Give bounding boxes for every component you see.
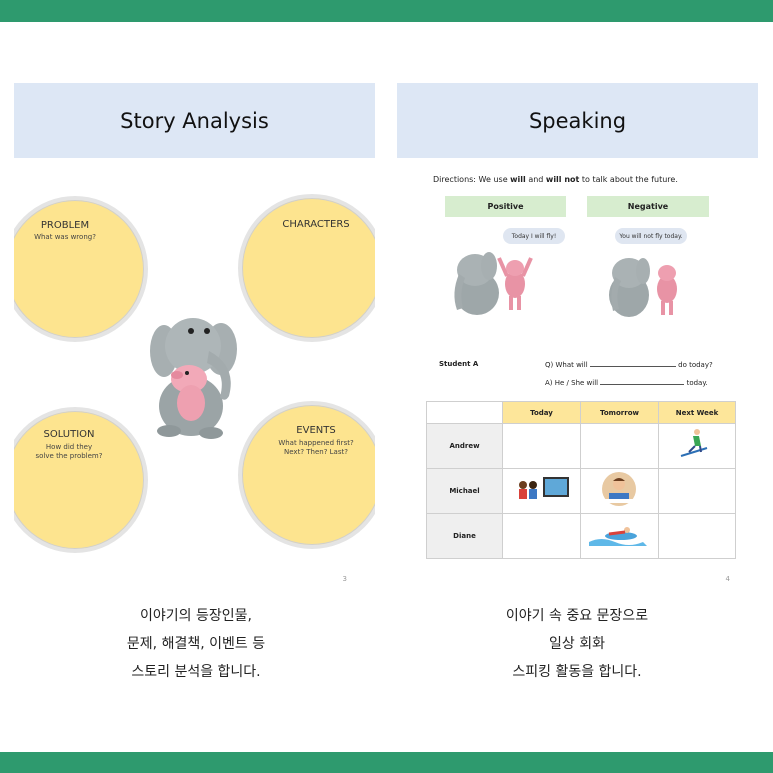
schedule-table: Today Tomorrow Next Week Andrew Michael	[426, 401, 736, 559]
cell-michael-next-week	[658, 468, 736, 514]
skiing-icon	[680, 429, 708, 457]
top-green-band	[0, 0, 773, 22]
left-caption-line-2: 문제, 해결책, 이벤트 등	[126, 636, 266, 652]
left-caption: 이야기의 등장인물, 문제, 해결책, 이벤트 등 스토리 분석을 합니다.	[51, 602, 341, 686]
right-caption-line-1: 이야기 속 중요 문장으로	[505, 608, 649, 624]
row-name-diane: Diane	[426, 513, 503, 559]
cell-andrew-today	[502, 423, 581, 469]
cell-diane-next-week	[658, 513, 736, 559]
problem-subtitle: What was wrong?	[34, 233, 96, 241]
positive-label: Positive	[445, 196, 566, 217]
speaking-title: Speaking	[528, 108, 627, 133]
answer-line: A) He / She will today.	[545, 378, 708, 387]
header-next-week: Next Week	[658, 401, 736, 424]
story-analysis-header: Story Analysis	[14, 83, 375, 158]
story-analysis-title: Story Analysis	[120, 108, 269, 133]
speaking-page: Speaking Directions: We use will and wil…	[397, 83, 758, 591]
cell-andrew-next-week	[658, 423, 736, 469]
directions-text: Directions: We use will and will not to …	[433, 175, 678, 184]
positive-elephant-pig-illustration	[454, 252, 533, 315]
right-caption: 이야기 속 중요 문장으로 일상 회화 스피킹 활동을 합니다.	[432, 602, 722, 686]
student-a-label: Student A	[439, 360, 479, 368]
problem-title: PROBLEM	[40, 220, 90, 231]
events-subtitle-1: What happened first?	[278, 439, 354, 447]
elephant-pig-illustration	[150, 318, 237, 439]
story-analysis-page: Story Analysis PROBLEM What was wrong? C…	[14, 83, 375, 591]
solution-subtitle-1: How did they	[45, 443, 93, 451]
events-subtitle-2: Next? Then? Last?	[284, 448, 348, 456]
events-circle: EVENTS What happened first? Next? Then? …	[238, 401, 375, 549]
row-name-michael: Michael	[426, 468, 503, 514]
table-header-row: Today Tomorrow Next Week	[426, 401, 736, 424]
speaking-header: Speaking	[397, 83, 758, 158]
left-caption-line-1: 이야기의 등장인물,	[140, 608, 252, 624]
page-number: 3	[342, 575, 347, 583]
right-caption-line-3: 스피킹 활동을 합니다.	[512, 664, 642, 680]
header-today: Today	[502, 401, 581, 424]
cell-michael-today	[502, 468, 581, 514]
table-row: Diane	[426, 513, 736, 559]
solution-subtitle-2: solve the problem?	[35, 452, 103, 460]
page-number: 4	[725, 575, 730, 583]
positive-speech-bubble: Today I will fly!	[503, 228, 565, 244]
question-line: Q) What will do today?	[545, 360, 713, 369]
cell-diane-tomorrow	[580, 513, 659, 559]
question-blank[interactable]	[589, 360, 676, 367]
negative-speech-bubble: You will not fly today.	[615, 228, 687, 244]
characters-circle: CHARACTERS	[238, 194, 375, 342]
cell-michael-tomorrow	[580, 468, 659, 514]
table-row: Michael	[426, 468, 736, 514]
row-name-andrew: Andrew	[426, 423, 503, 469]
bottom-green-band	[0, 752, 773, 773]
characters-title: CHARACTERS	[282, 219, 350, 230]
studying-icon	[602, 472, 636, 506]
negative-label: Negative	[587, 196, 709, 217]
events-title: EVENTS	[296, 425, 336, 436]
swimming-icon	[589, 527, 647, 546]
negative-elephant-pig-illustration	[609, 258, 677, 317]
right-caption-line-2: 일상 회화	[549, 636, 605, 652]
answer-blank[interactable]	[600, 378, 685, 385]
cell-diane-today	[502, 513, 581, 559]
table-row: Andrew	[426, 423, 736, 469]
header-tomorrow: Tomorrow	[580, 401, 659, 424]
solution-title: SOLUTION	[43, 429, 95, 440]
cell-andrew-tomorrow	[580, 423, 659, 469]
table-corner	[426, 401, 503, 424]
solution-circle: SOLUTION How did they solve the problem?	[14, 407, 148, 553]
problem-circle: PROBLEM What was wrong?	[14, 196, 148, 342]
left-caption-line-3: 스토리 분석을 합니다.	[131, 664, 261, 680]
watching-tv-icon	[519, 477, 569, 499]
